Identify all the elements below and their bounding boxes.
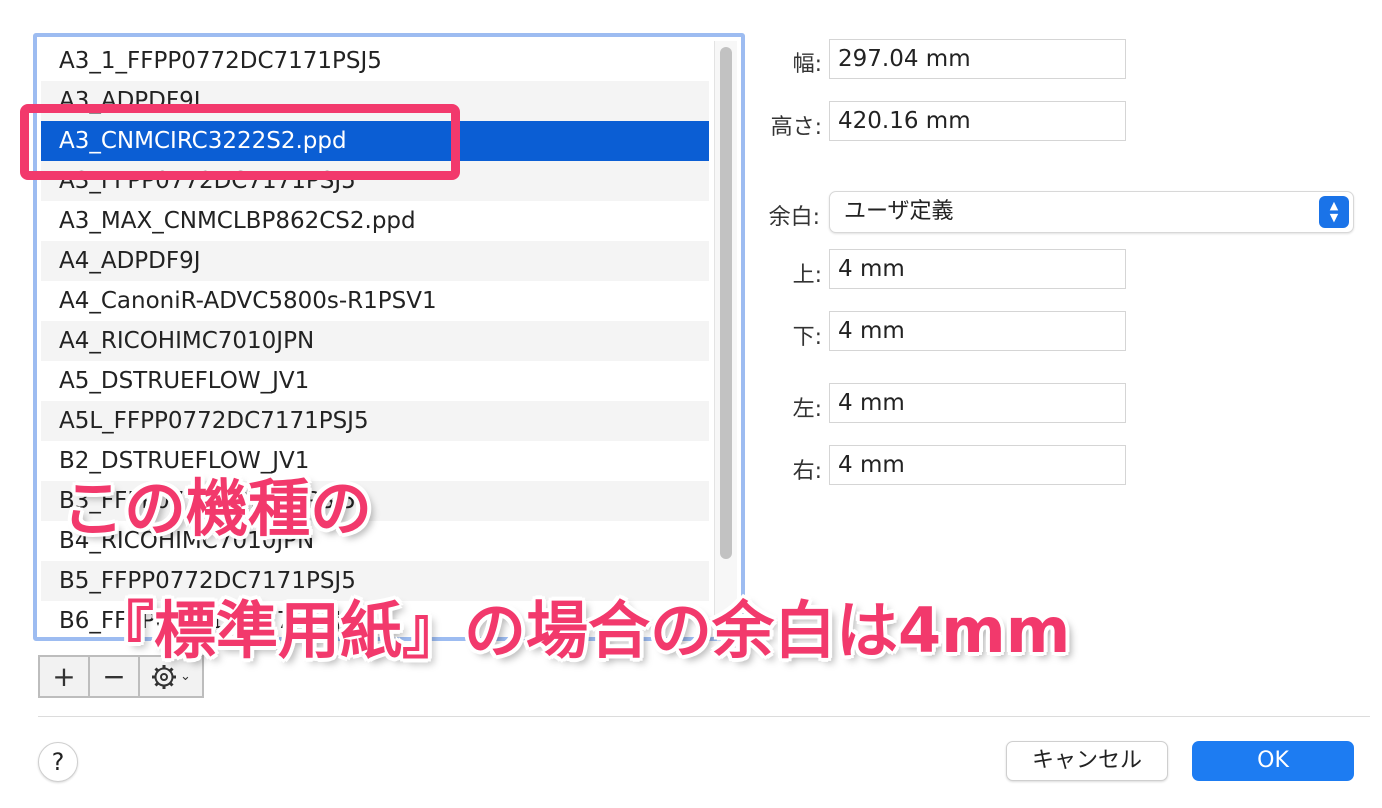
margin-label: 余白: bbox=[768, 205, 820, 230]
margin-top-field[interactable]: 4 mm bbox=[829, 249, 1126, 289]
list-item[interactable]: A3_MAX_CNMCLBP862CS2.ppd bbox=[41, 201, 709, 241]
margin-left-label: 左: bbox=[792, 397, 822, 422]
list-item[interactable]: A4_RICOHIMC7010JPN bbox=[41, 321, 709, 361]
margin-right-field[interactable]: 4 mm bbox=[829, 445, 1126, 485]
help-button[interactable]: ? bbox=[38, 742, 78, 782]
annotation-line-1: この機種の bbox=[60, 471, 373, 547]
list-item[interactable]: A4_CanoniR-ADVC5800s-R1PSV1 bbox=[41, 281, 709, 321]
select-stepper-icon: ▲ ▼ bbox=[1319, 196, 1349, 228]
height-field[interactable]: 420.16 mm bbox=[829, 101, 1126, 141]
selection-highlight-box bbox=[20, 104, 460, 180]
height-label: 高さ: bbox=[770, 115, 822, 140]
list-item[interactable]: A4_ADPDF9J bbox=[41, 241, 709, 281]
ok-button[interactable]: OK bbox=[1192, 741, 1354, 781]
scrollbar-thumb[interactable] bbox=[720, 47, 732, 559]
margin-bottom-label: 下: bbox=[792, 325, 822, 350]
annotation-line-2: 『標準用紙』の場合の余白は4mm bbox=[90, 593, 1071, 669]
list-item[interactable]: A5L_FFPP0772DC7171PSJ5 bbox=[41, 401, 709, 441]
cancel-button[interactable]: キャンセル bbox=[1006, 741, 1168, 781]
margin-preset-value: ユーザ定義 bbox=[844, 199, 954, 224]
footer-divider bbox=[38, 716, 1370, 717]
list-item[interactable]: A3_1_FFPP0772DC7171PSJ5 bbox=[41, 41, 709, 81]
width-field[interactable]: 297.04 mm bbox=[829, 39, 1126, 79]
margin-top-label: 上: bbox=[792, 263, 822, 288]
list-scrollbar[interactable] bbox=[714, 41, 737, 637]
margin-preset-select[interactable]: ユーザ定義 ▲ ▼ bbox=[829, 191, 1354, 233]
margin-bottom-field[interactable]: 4 mm bbox=[829, 311, 1126, 351]
width-label: 幅: bbox=[792, 52, 822, 77]
chevron-down-icon: ⌄ bbox=[180, 669, 191, 684]
margin-left-field[interactable]: 4 mm bbox=[829, 383, 1126, 423]
list-item[interactable]: A5_DSTRUEFLOW_JV1 bbox=[41, 361, 709, 401]
add-button[interactable]: + bbox=[38, 655, 90, 698]
margin-right-label: 右: bbox=[792, 459, 822, 484]
